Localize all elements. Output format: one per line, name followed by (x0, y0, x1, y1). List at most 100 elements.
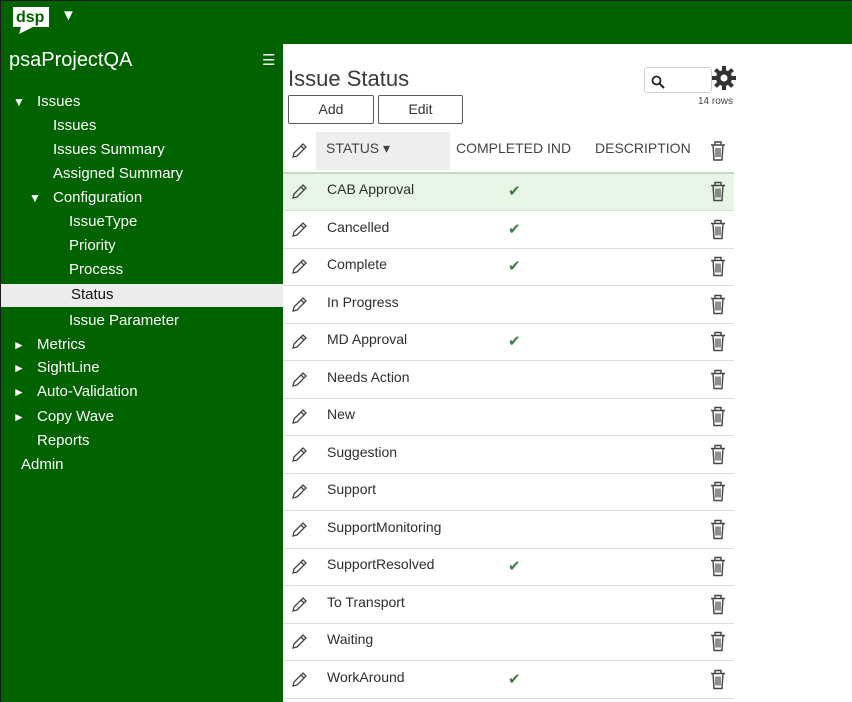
edit-pencil-icon[interactable] (290, 258, 308, 276)
trash-icon[interactable] (709, 630, 727, 653)
trash-icon[interactable] (709, 368, 727, 391)
trash-icon[interactable] (709, 518, 727, 541)
sidebar-item-reports[interactable]: Reports (1, 430, 283, 453)
status-cell: Needs Action (327, 368, 410, 385)
status-cell: To Transport (327, 593, 405, 610)
trash-icon[interactable] (709, 218, 727, 241)
sidebar-item-label: Assigned Summary (53, 165, 184, 182)
column-header-completed-ind[interactable]: COMPLETED IND (456, 132, 571, 170)
svg-text:dsp: dsp (16, 9, 45, 26)
edit-pencil-icon[interactable] (290, 333, 308, 351)
trash-icon[interactable] (709, 593, 727, 616)
sidebar-item-label: Issues (53, 117, 97, 134)
collapse-arrow-icon[interactable]: ▼ (29, 187, 41, 209)
main-panel: Issue Status Add Edit 14 rows STATUS ▾ C… (283, 44, 852, 702)
column-header-status[interactable]: STATUS ▾ (316, 132, 450, 170)
sidebar-item-sightline[interactable]: ► SightLine (1, 357, 283, 380)
table-row[interactable]: Waiting (283, 624, 734, 661)
edit-pencil-icon[interactable] (290, 408, 308, 426)
edit-pencil-icon[interactable] (290, 633, 308, 651)
status-cell: CAB Approval (327, 181, 415, 197)
table-row[interactable]: Support (283, 474, 734, 511)
add-button[interactable]: Add (288, 95, 374, 124)
edit-pencil-icon[interactable] (290, 371, 308, 389)
sidebar-item-label: Admin (21, 456, 64, 473)
trash-icon[interactable] (709, 180, 727, 203)
table-row[interactable]: Suggestion (283, 437, 734, 474)
table-row[interactable]: WorkAround ✔ (283, 662, 734, 699)
table-row[interactable]: In Progress (283, 287, 734, 324)
sidebar-item-issue-parameter[interactable]: Issue Parameter (1, 310, 283, 333)
sidebar-item-status[interactable]: Status (1, 284, 283, 307)
sidebar-item-label: Copy Wave (37, 408, 114, 425)
sidebar-item-issues[interactable]: ▼ Issues (1, 91, 283, 114)
edit-pencil-icon[interactable] (290, 558, 308, 576)
sidebar-item-issues[interactable]: Issues (1, 115, 283, 138)
edit-pencil-icon[interactable] (290, 296, 308, 314)
edit-pencil-icon[interactable] (290, 183, 308, 201)
table-row[interactable]: New (283, 399, 734, 436)
expand-arrow-icon[interactable]: ► (13, 334, 25, 356)
trash-icon[interactable] (709, 443, 727, 466)
edit-button[interactable]: Edit (378, 95, 463, 124)
status-cell: MD Approval (327, 331, 408, 347)
dropdown-caret-icon[interactable]: ▼ (61, 7, 76, 24)
table-row[interactable]: SupportMonitoring (283, 512, 734, 549)
sidebar-item-auto-validation[interactable]: ► Auto-Validation (1, 381, 283, 404)
edit-pencil-icon[interactable] (290, 221, 308, 239)
sidebar-item-label: Issues (37, 93, 81, 110)
checkmark-icon: ✔ (508, 220, 521, 238)
trash-icon[interactable] (709, 330, 727, 353)
expand-arrow-icon[interactable]: ► (13, 357, 25, 379)
status-cell: Cancelled (327, 218, 390, 235)
search-icon (651, 75, 665, 89)
status-cell: WorkAround (327, 668, 405, 685)
sidebar-item-process[interactable]: Process (1, 259, 283, 282)
trash-icon[interactable] (709, 293, 727, 316)
status-cell: Complete (327, 256, 387, 272)
expand-arrow-icon[interactable]: ► (13, 406, 25, 428)
hamburger-menu-icon[interactable]: ☰ (262, 51, 275, 69)
column-header-description[interactable]: DESCRIPTION (595, 132, 691, 170)
sidebar-item-configuration[interactable]: ▼ Configuration (1, 187, 283, 210)
sidebar-item-admin[interactable]: Admin (1, 454, 283, 477)
row-count: 14 rows (698, 96, 734, 107)
trash-icon[interactable] (709, 668, 727, 691)
sidebar-item-copy-wave[interactable]: ► Copy Wave (1, 406, 283, 429)
table-row[interactable]: Needs Action (283, 362, 734, 399)
sidebar-item-metrics[interactable]: ► Metrics (1, 334, 283, 357)
gear-icon[interactable] (711, 65, 737, 91)
sidebar-item-priority[interactable]: Priority (1, 235, 283, 258)
trash-icon[interactable] (709, 480, 727, 503)
table-row[interactable]: To Transport (283, 587, 734, 624)
dsp-logo-icon[interactable]: dsp (11, 5, 51, 35)
sidebar-item-label: Configuration (53, 189, 143, 206)
status-cell: Support (327, 481, 377, 497)
edit-pencil-icon[interactable] (290, 483, 308, 501)
sidebar-item-label: Auto-Validation (37, 383, 138, 400)
sidebar-item-issuetype[interactable]: IssueType (1, 211, 283, 234)
edit-pencil-icon[interactable] (290, 596, 308, 614)
sidebar-item-label: IssueType (69, 213, 138, 230)
edit-pencil-icon[interactable] (290, 521, 308, 539)
trash-icon[interactable] (709, 255, 727, 278)
trash-icon[interactable] (709, 555, 727, 578)
table-row[interactable]: SupportResolved ✔ (283, 549, 734, 586)
sidebar-item-issues-summary[interactable]: Issues Summary (1, 139, 283, 162)
edit-pencil-icon[interactable] (290, 671, 308, 689)
sidebar-item-assigned-summary[interactable]: Assigned Summary (1, 163, 283, 186)
collapse-arrow-icon[interactable]: ▼ (13, 91, 25, 113)
table-row[interactable]: CAB Approval ✔ (283, 174, 734, 211)
sidebar-item-label: Reports (37, 432, 90, 449)
trash-icon[interactable] (709, 405, 727, 428)
table-row[interactable]: MD Approval ✔ (283, 324, 734, 361)
edit-pencil-icon[interactable] (290, 446, 308, 464)
search-input[interactable] (644, 67, 712, 93)
top-bar: dsp ▼ (1, 1, 852, 44)
expand-arrow-icon[interactable]: ► (13, 381, 25, 403)
page-title: Issue Status (288, 66, 410, 91)
project-title: psaProjectQA (9, 49, 133, 71)
table-row[interactable]: Cancelled ✔ (283, 212, 734, 249)
table-row[interactable]: Complete ✔ (283, 249, 734, 286)
trash-icon[interactable] (709, 140, 727, 162)
